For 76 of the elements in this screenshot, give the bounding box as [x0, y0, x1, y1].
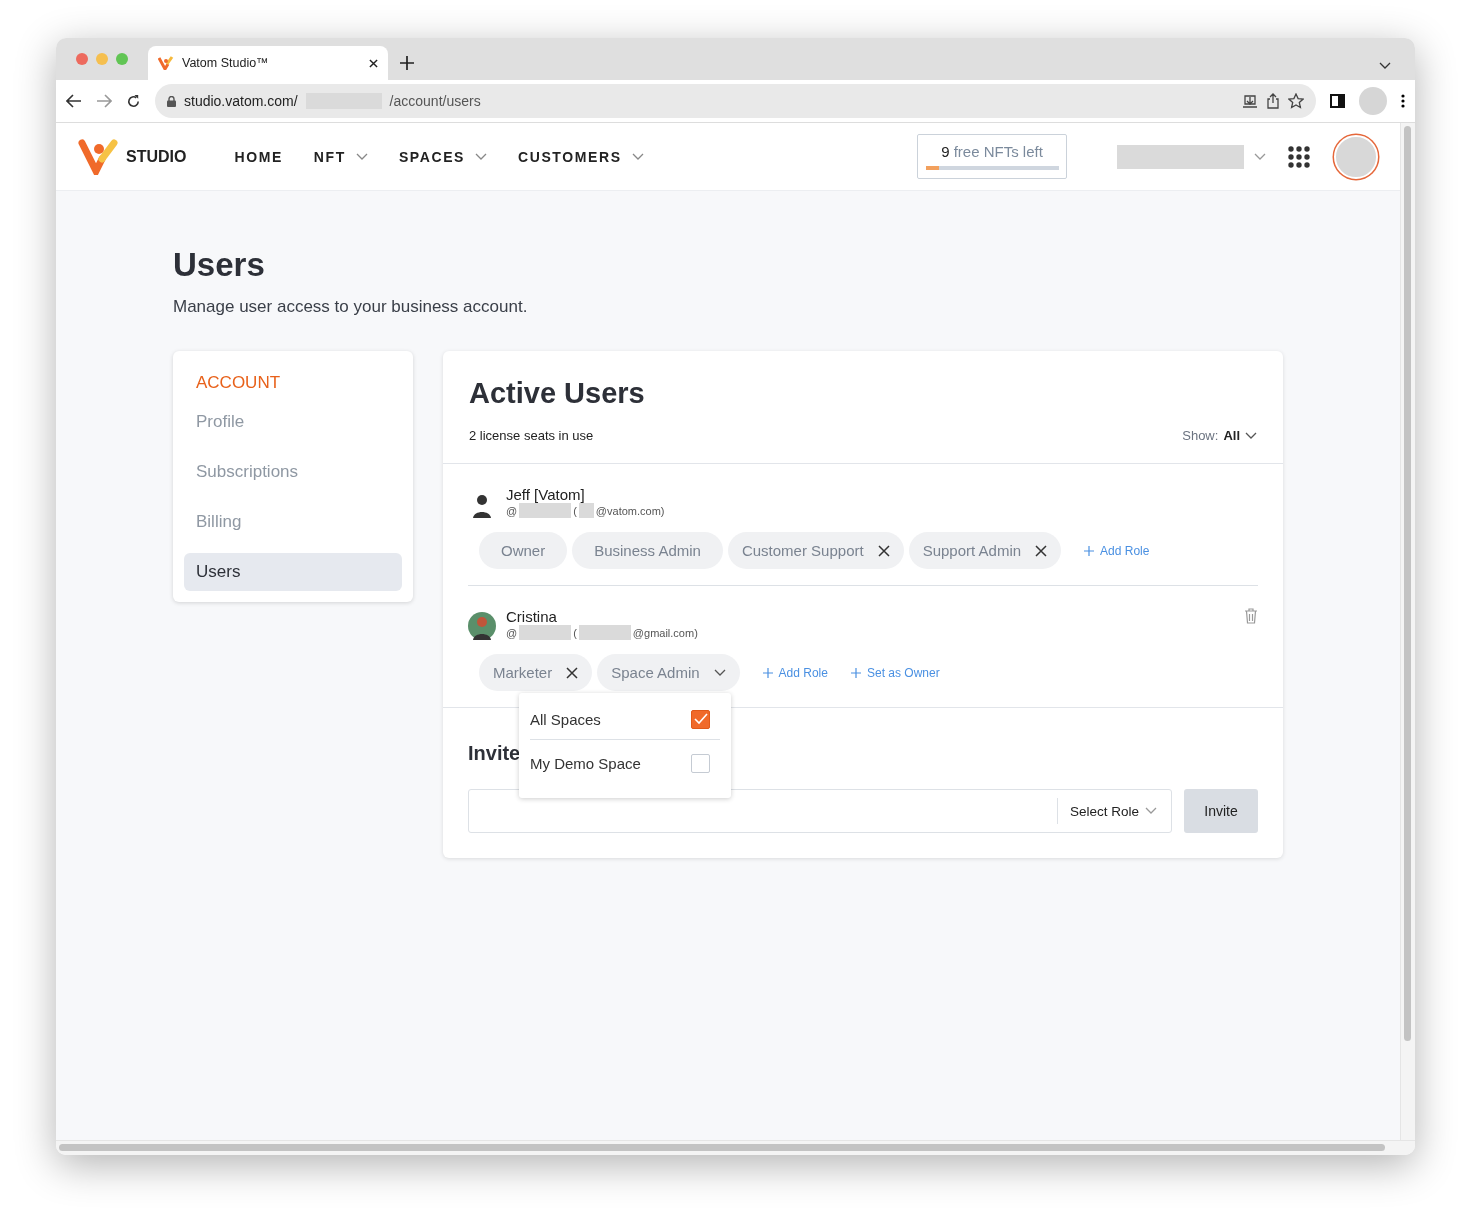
chevron-down-icon: [1245, 431, 1257, 440]
handle-prefix: @: [506, 626, 518, 639]
invite-input-field[interactable]: Select Role: [468, 789, 1172, 833]
plus-icon: [762, 667, 773, 678]
nav-link[interactable]: HOME: [234, 148, 283, 165]
new-tab-icon[interactable]: [400, 56, 414, 70]
seats-count: 2 license seats in use: [469, 428, 594, 443]
logo-icon: [158, 56, 174, 70]
tab-list-icon: [1379, 62, 1391, 70]
user-avatar[interactable]: [1334, 134, 1378, 179]
logo-text: STUDIO: [126, 147, 187, 166]
url-host: studio.vatom.com/: [184, 93, 298, 109]
tab-title: Vatom Studio™: [182, 56, 270, 70]
free-nfts-label: 9 free NFTs left: [941, 143, 1043, 160]
show-filter[interactable]: Show: All: [1182, 428, 1257, 443]
close-icon[interactable]: [566, 666, 579, 679]
trash-icon[interactable]: [1244, 608, 1258, 624]
plus-icon: [850, 667, 861, 678]
page-subtitle: Manage user access to your business account.: [173, 297, 529, 317]
sidebar-heading: ACCOUNT: [195, 373, 282, 393]
redaction-bar: [578, 503, 594, 518]
close-icon[interactable]: [877, 544, 890, 557]
role-chip[interactable]: Space Admin: [597, 654, 740, 691]
forward-icon[interactable]: [96, 94, 112, 108]
chevron-down-icon: [1254, 152, 1266, 161]
logo-icon: [78, 138, 120, 175]
avatar: [468, 612, 496, 640]
role-chip[interactable]: Support Admin: [908, 532, 1062, 569]
reload-icon[interactable]: [126, 93, 141, 109]
card-title: Active Users: [469, 377, 646, 410]
url-path: /account/users: [389, 93, 481, 109]
chevron-down-icon: [475, 152, 487, 161]
address-bar[interactable]: studio.vatom.com/ /account/users: [155, 84, 1316, 118]
role-select[interactable]: Select Role: [1056, 798, 1171, 824]
chevron-down-icon: [713, 668, 726, 677]
email-domain: @vatom.com): [595, 504, 665, 517]
nav-link[interactable]: NFT: [313, 148, 368, 165]
share-icon[interactable]: [1266, 93, 1280, 109]
user-name: Cristina: [506, 608, 558, 625]
browser-tab[interactable]: Vatom Studio™: [148, 46, 388, 80]
redaction-bar: [578, 625, 631, 640]
apps-grid-icon[interactable]: [1288, 145, 1310, 168]
sidebar-item[interactable]: Users: [184, 553, 402, 591]
plus-icon: [1084, 545, 1095, 556]
chevron-down-icon: [355, 152, 368, 161]
menu-option[interactable]: My Demo Space: [530, 754, 641, 772]
invite-button[interactable]: Invite: [1184, 789, 1258, 833]
sidebar-icon[interactable]: [1330, 94, 1345, 108]
chevron-down-icon: [1145, 807, 1157, 815]
lock-icon: [167, 95, 176, 107]
redaction-bar: [519, 625, 572, 640]
chevron-down-icon: [631, 152, 644, 161]
email-domain: @gmail.com): [632, 626, 698, 639]
section-title: Invite: [468, 742, 521, 765]
redaction-bar: [519, 503, 572, 518]
install-icon[interactable]: [1242, 93, 1258, 109]
page-title: Users: [173, 246, 266, 284]
email-open: (: [573, 504, 577, 517]
scrollbar-thumb[interactable]: [1404, 126, 1411, 1041]
checkbox[interactable]: [691, 709, 710, 729]
back-icon[interactable]: [66, 94, 82, 108]
menu-option[interactable]: All Spaces: [530, 710, 601, 728]
star-icon[interactable]: [1288, 93, 1304, 109]
menu-icon[interactable]: [1401, 94, 1405, 108]
scrollbar-thumb[interactable]: [59, 1144, 1385, 1151]
nav-link[interactable]: SPACES: [398, 148, 487, 165]
nav-link[interactable]: CUSTOMERS: [518, 148, 644, 165]
email-open: (: [573, 626, 577, 639]
role-chip[interactable]: Customer Support: [727, 532, 904, 569]
role-chip[interactable]: Owner: [479, 532, 568, 569]
role-chip[interactable]: Business Admin: [572, 532, 723, 569]
user-name: Jeff [Vatom]: [506, 486, 586, 503]
checkbox[interactable]: [691, 753, 710, 773]
handle-prefix: @: [506, 504, 518, 517]
close-icon[interactable]: [1035, 544, 1048, 557]
close-icon[interactable]: [369, 58, 378, 68]
